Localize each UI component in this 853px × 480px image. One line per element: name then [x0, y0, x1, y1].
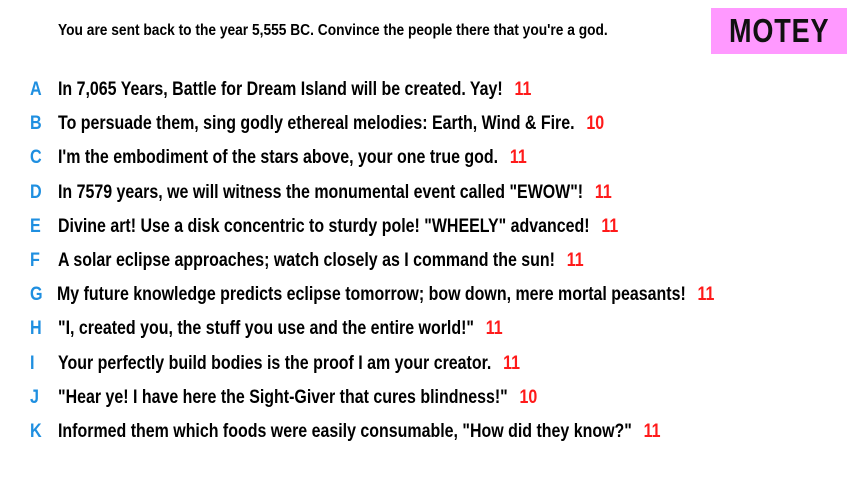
answer-text: In 7,065 Years, Battle for Dream Island … [58, 79, 503, 101]
answer-text: A solar eclipse approaches; watch closel… [58, 250, 556, 272]
answer-letter: C [30, 147, 42, 169]
answer-score: 11 [485, 318, 503, 340]
answer-text: "I, created you, the stuff you use and t… [58, 318, 474, 340]
answer-score: 11 [566, 250, 584, 272]
answer-text: To persuade them, sing godly ethereal me… [58, 113, 575, 135]
answer-body: Divine art! Use a disk concentric to stu… [58, 216, 618, 238]
answer-letter: H [30, 318, 42, 340]
answer-text: Informed them which foods were easily co… [58, 420, 632, 442]
answer-row-i: I Your perfectly build bodies is the pro… [30, 347, 840, 381]
answer-letter: J [30, 386, 39, 408]
answer-score: 11 [503, 352, 521, 374]
answer-body: "I, created you, the stuff you use and t… [58, 318, 503, 340]
answer-body: Your perfectly build bodies is the proof… [58, 353, 520, 375]
answer-body: To persuade them, sing godly ethereal me… [58, 113, 604, 135]
answer-row-e: E Divine art! Use a disk concentric to s… [30, 210, 840, 244]
answer-score: 11 [594, 181, 612, 203]
answer-score: 10 [519, 386, 538, 408]
answer-letter: I [30, 352, 35, 374]
answer-letter: D [30, 181, 42, 203]
answer-score: 10 [586, 113, 605, 135]
answer-row-f: F A solar eclipse approaches; watch clos… [30, 244, 840, 278]
title-badge: MOTEY [711, 8, 847, 54]
title-text: MOTEY [728, 12, 830, 49]
answer-row-b: B To persuade them, sing godly ethereal … [30, 107, 840, 141]
answer-row-k: K Informed them which foods were easily … [30, 415, 840, 449]
answer-text: Your perfectly build bodies is the proof… [58, 352, 492, 374]
prompt-text: You are sent back to the year 5,555 BC. … [58, 22, 608, 39]
answer-score: 11 [514, 79, 532, 101]
answer-letter: F [30, 250, 40, 272]
answer-body: "Hear ye! I have here the Sight-Giver th… [58, 387, 537, 409]
answer-row-j: J "Hear ye! I have here the Sight-Giver … [30, 381, 840, 415]
answer-row-g: G My future knowledge predicts eclipse t… [30, 278, 840, 312]
answer-letter: E [30, 215, 41, 237]
answer-letter: B [30, 113, 42, 135]
answer-score: 11 [697, 284, 715, 306]
answer-row-d: D In 7579 years, we will witness the mon… [30, 176, 840, 210]
answer-letter: G [30, 284, 43, 306]
answer-body: My future knowledge predicts eclipse tom… [57, 284, 714, 306]
answer-text: In 7579 years, we will witness the monum… [58, 181, 584, 203]
answer-list: A In 7,065 Years, Battle for Dream Islan… [30, 73, 840, 449]
answer-row-a: A In 7,065 Years, Battle for Dream Islan… [30, 73, 840, 107]
answer-body: In 7,065 Years, Battle for Dream Island … [58, 79, 531, 101]
answer-row-h: H "I, created you, the stuff you use and… [30, 312, 840, 346]
answer-text: "Hear ye! I have here the Sight-Giver th… [58, 386, 508, 408]
answer-body: I'm the embodiment of the stars above, y… [58, 147, 527, 169]
answer-row-c: C I'm the embodiment of the stars above,… [30, 141, 840, 175]
answer-text: My future knowledge predicts eclipse tom… [57, 284, 687, 306]
answer-body: Informed them which foods were easily co… [58, 421, 660, 443]
answer-score: 11 [643, 420, 661, 442]
answer-text: I'm the embodiment of the stars above, y… [58, 147, 499, 169]
answer-score: 11 [509, 147, 527, 169]
answer-letter: K [30, 420, 42, 442]
answer-text: Divine art! Use a disk concentric to stu… [58, 215, 590, 237]
answer-letter: A [30, 79, 42, 101]
answer-body: A solar eclipse approaches; watch closel… [58, 250, 584, 272]
answer-score: 11 [601, 215, 619, 237]
answer-body: In 7579 years, we will witness the monum… [58, 182, 612, 204]
